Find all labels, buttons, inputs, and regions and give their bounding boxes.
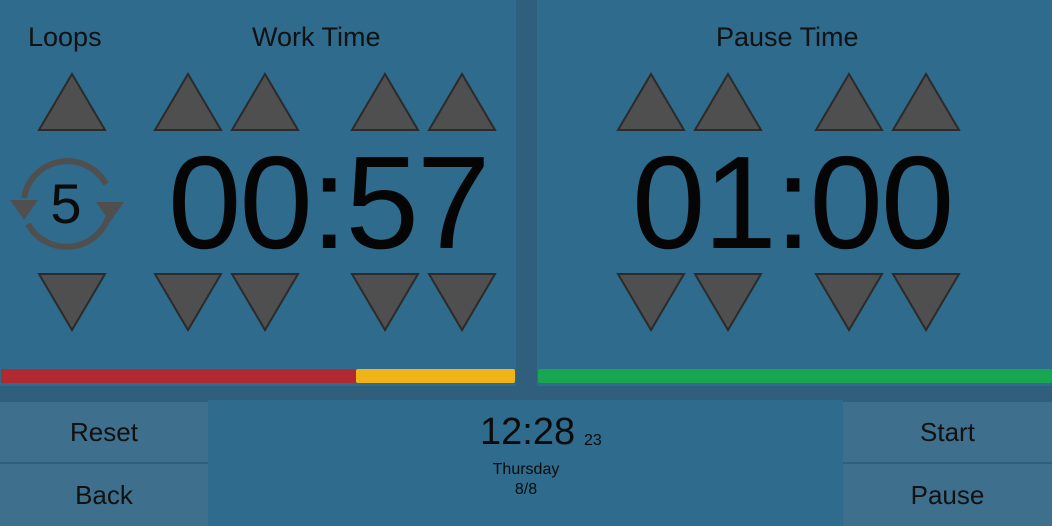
triangle-up-icon <box>693 72 763 131</box>
pause-seconds-tens-down-button[interactable] <box>814 272 884 332</box>
triangle-down-icon <box>153 273 223 332</box>
triangle-down-icon <box>427 273 497 332</box>
work-progress-remaining <box>356 369 515 383</box>
pause-progress-bar <box>538 369 1052 383</box>
pause-button[interactable]: Pause <box>843 464 1052 526</box>
work-seconds-tens-down-button[interactable] <box>350 272 420 332</box>
pause-time-display: 01:00 <box>632 129 954 276</box>
loops-up-button[interactable] <box>37 72 107 132</box>
pause-time-label: Pause Time <box>716 22 859 52</box>
pause-seconds-ones-up-button[interactable] <box>891 72 961 132</box>
work-minutes-tens-down-button[interactable] <box>153 272 223 332</box>
pause-seconds-ones-down-button[interactable] <box>891 272 961 332</box>
triangle-up-icon <box>616 72 686 131</box>
panel-divider <box>516 0 537 390</box>
triangle-up-icon <box>230 72 300 131</box>
loops-label: Loops <box>28 22 102 52</box>
work-minutes-tens-up-button[interactable] <box>153 72 223 132</box>
work-time-display: 00:57 <box>168 129 490 276</box>
triangle-down-icon <box>230 273 300 332</box>
triangle-up-icon <box>350 72 420 131</box>
pause-minutes-ones-up-button[interactable] <box>693 72 763 132</box>
loops-count: 5 <box>50 172 82 235</box>
pause-minutes-ones-down-button[interactable] <box>693 272 763 332</box>
triangle-down-icon <box>693 273 763 332</box>
work-minutes-ones-up-button[interactable] <box>230 72 300 132</box>
triangle-up-icon <box>891 72 961 131</box>
pause-minutes-tens-up-button[interactable] <box>616 72 686 132</box>
work-seconds-tens-up-button[interactable] <box>350 72 420 132</box>
work-seconds-ones-up-button[interactable] <box>427 72 497 132</box>
triangle-down-icon <box>891 273 961 332</box>
loops-down-button[interactable] <box>37 272 107 332</box>
triangle-up-icon <box>153 72 223 131</box>
work-minutes-ones-down-button[interactable] <box>230 272 300 332</box>
reset-button[interactable]: Reset <box>0 402 208 462</box>
work-time-label: Work Time <box>252 22 381 52</box>
triangle-down-icon <box>37 273 107 332</box>
triangle-down-icon <box>814 273 884 332</box>
triangle-up-icon <box>427 72 497 131</box>
clock-seconds: 23 <box>584 432 602 449</box>
triangle-up-icon <box>814 72 884 131</box>
start-button[interactable]: Start <box>843 402 1052 462</box>
triangle-down-icon <box>616 273 686 332</box>
back-button[interactable]: Back <box>0 464 208 526</box>
clock-day: Thursday <box>492 461 560 478</box>
clock-date: 8/8 <box>514 481 538 498</box>
pause-seconds-tens-up-button[interactable] <box>814 72 884 132</box>
triangle-down-icon <box>350 273 420 332</box>
work-progress-elapsed <box>1 369 356 383</box>
clock-time: 12:28 <box>480 411 576 453</box>
triangle-up-icon <box>37 72 107 131</box>
pause-minutes-tens-down-button[interactable] <box>616 272 686 332</box>
work-seconds-ones-down-button[interactable] <box>427 272 497 332</box>
